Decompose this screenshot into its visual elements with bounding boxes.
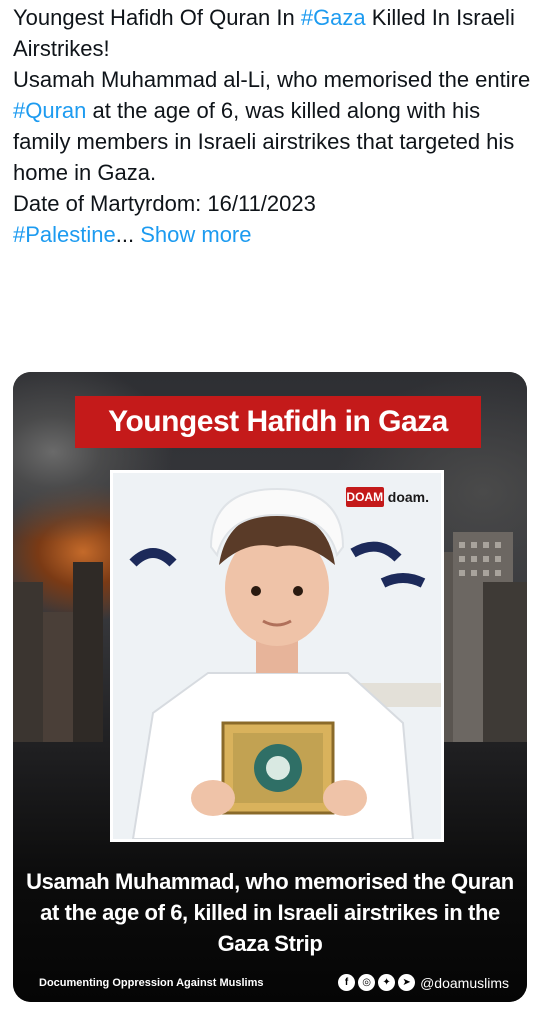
tweet-headline: Youngest Hafidh Of Quran In #Gaza Killed… <box>13 5 515 61</box>
boy-illustration <box>113 473 441 839</box>
banner-title: Youngest Hafidh in Gaza <box>75 396 481 448</box>
footer-handle: @doamuslims <box>420 974 509 991</box>
instagram-icon: ◎ <box>358 974 376 991</box>
footer-social: f ◎ ✦ ➤ @doamuslims <box>338 974 509 991</box>
twitter-icon: ✦ <box>378 974 396 991</box>
doam-logo-mark: DOAM <box>345 487 384 507</box>
hashtag-quran-link[interactable]: #Quran <box>13 98 86 123</box>
telegram-icon: ➤ <box>398 974 416 991</box>
image-caption: Usamah Muhammad, who memorised the Quran… <box>26 869 514 956</box>
tweet-tags-line: #Palestine... Show more <box>13 222 252 247</box>
hashtag-gaza-link[interactable]: #Gaza <box>301 5 366 30</box>
doam-logo: DOAM doam. <box>345 487 429 507</box>
show-more-link[interactable]: Show more <box>140 222 251 247</box>
facebook-icon: f <box>338 974 356 991</box>
hashtag-palestine-link[interactable]: #Palestine <box>13 222 116 247</box>
footer-tagline: Documenting Oppression Against Muslims <box>39 976 264 989</box>
image-footer: Documenting Oppression Against Muslims f… <box>39 974 509 991</box>
tweet-date-line: Date of Martyrdom: 16/11/2023 <box>13 191 316 216</box>
tweet-text: Youngest Hafidh Of Quran In #Gaza Killed… <box>13 2 533 250</box>
boy-photo: DOAM doam. <box>110 470 444 842</box>
tweet-media-image[interactable]: Youngest Hafidh in Gaza DOAM doam. Usama… <box>13 372 527 1002</box>
tweet-body: Usamah Muhammad al-Li, who memorised the… <box>13 67 531 185</box>
